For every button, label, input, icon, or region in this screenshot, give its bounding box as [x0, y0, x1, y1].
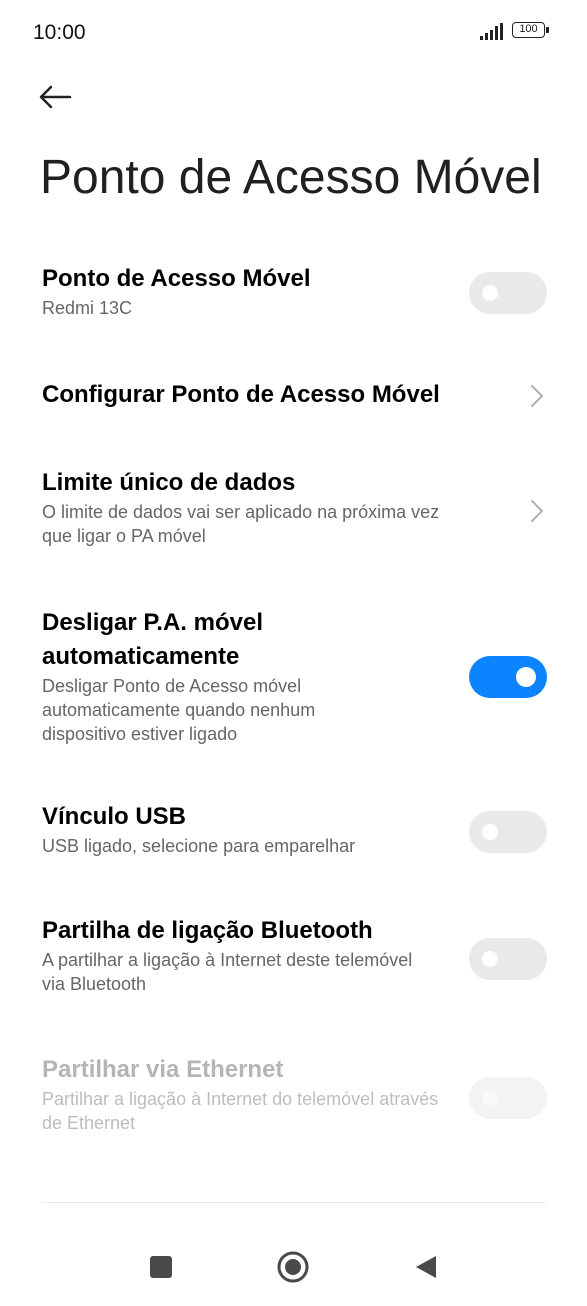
status-bar: 10:00 100	[0, 0, 587, 62]
triangle-left-icon	[416, 1256, 436, 1278]
recents-button[interactable]	[150, 1256, 172, 1278]
divider	[42, 1202, 547, 1203]
row-title: Desligar P.A. móvel automaticamente	[42, 609, 263, 670]
hotspot-toggle[interactable]	[469, 272, 547, 314]
bluetooth-tethering-toggle[interactable]	[469, 938, 547, 980]
back-button[interactable]	[36, 78, 84, 118]
signal-icon	[480, 23, 503, 40]
nav-back-button[interactable]	[414, 1255, 438, 1279]
auto-turn-off-row[interactable]: Desligar P.A. móvel automaticamente Desl…	[42, 606, 547, 752]
row-subtitle: Redmi 13C	[42, 298, 133, 318]
data-limit-row[interactable]: Limite único de dados O limite de dados …	[42, 466, 547, 556]
status-time: 10:00	[33, 21, 86, 44]
row-title: Ponto de Acesso Móvel	[42, 265, 311, 292]
hotspot-row[interactable]: Ponto de Acesso Móvel Redmi 13C	[42, 262, 547, 330]
page-title: Ponto de Acesso Móvel	[40, 151, 542, 204]
row-title: Vínculo USB	[42, 803, 187, 830]
row-subtitle: A partilhar a ligação à Internet deste t…	[42, 950, 413, 994]
row-subtitle: Partilhar a ligação à Internet do telemó…	[42, 1089, 439, 1133]
row-title: Partilha de ligação Bluetooth	[42, 917, 373, 944]
usb-tethering-toggle[interactable]	[469, 811, 547, 853]
ethernet-tethering-toggle	[469, 1077, 547, 1119]
bluetooth-tethering-row[interactable]: Partilha de ligação Bluetooth A partilha…	[42, 914, 547, 1006]
circle-icon	[277, 1251, 309, 1283]
ethernet-tethering-row: Partilhar via Ethernet Partilhar a ligaç…	[42, 1053, 547, 1145]
battery-level: 100	[512, 22, 545, 38]
row-title: Partilhar via Ethernet	[42, 1056, 284, 1083]
chevron-right-icon	[531, 385, 543, 407]
chevron-right-icon	[531, 500, 543, 522]
battery-icon: 100	[512, 22, 550, 40]
arrow-left-icon	[39, 85, 72, 109]
row-subtitle: USB ligado, selecione para emparelhar	[42, 836, 356, 856]
row-subtitle: Desligar Ponto de Acesso móvel automatic…	[42, 676, 316, 744]
row-subtitle: O limite de dados vai ser aplicado na pr…	[42, 502, 440, 546]
home-button[interactable]	[277, 1251, 309, 1283]
row-title: Limite único de dados	[42, 469, 296, 496]
configure-hotspot-row[interactable]: Configurar Ponto de Acesso Móvel	[42, 378, 547, 418]
auto-turn-off-toggle[interactable]	[469, 656, 547, 698]
row-title: Configurar Ponto de Acesso Móvel	[42, 381, 440, 408]
usb-tethering-row[interactable]: Vínculo USB USB ligado, selecione para e…	[42, 800, 547, 868]
